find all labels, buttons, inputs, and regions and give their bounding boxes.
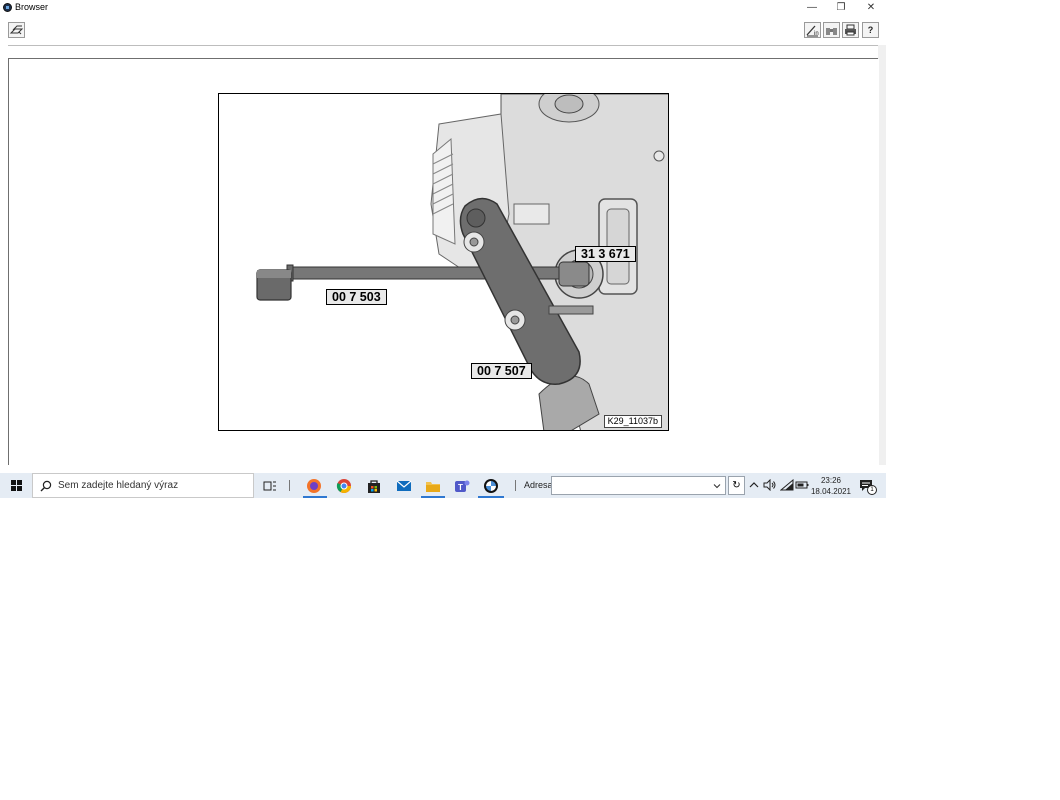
file-explorer-icon[interactable] [425,478,441,494]
binoculars-button[interactable] [823,22,840,38]
window-title: Browser [15,2,49,12]
technical-illustration: 31 3 671 00 7 503 00 7 507 K29_11037b [218,93,669,431]
notification-count: 1 [867,485,877,495]
help-button[interactable]: ? [862,22,879,38]
store-icon[interactable] [366,478,382,494]
wifi-icon[interactable] [780,479,794,491]
firefox-active-indicator [303,496,327,498]
firefox-icon[interactable] [306,478,322,494]
minimize-button[interactable]: — [798,0,826,15]
part-label-tool-c: 00 7 507 [471,363,532,379]
bmw-browser-active-indicator [478,496,504,498]
layers-icon [9,25,24,35]
close-button[interactable]: ✕ [857,0,885,15]
file-explorer-active-indicator [421,496,445,498]
notes-button[interactable]: in [804,22,821,38]
clock-time: 23:26 [820,476,842,485]
notes-icon: in [806,25,819,37]
scrollbar[interactable] [878,45,886,465]
figure-id: K29_11037b [603,415,662,428]
search-box[interactable]: Sem zadejte hledaný výraz [32,473,254,498]
search-placeholder: Sem zadejte hledaný výraz [58,480,179,491]
address-label: Adresa [524,480,553,490]
speaker-icon[interactable] [763,479,777,491]
address-input[interactable] [551,476,726,495]
start-button[interactable] [0,473,32,498]
clock-date: 18.04.2021 [810,487,852,496]
task-view-icon[interactable] [262,478,278,494]
search-icon [40,480,52,492]
chevron-up-icon[interactable] [749,481,759,489]
taskbar-divider [289,480,290,491]
system-clock[interactable]: 23:26 18.04.2021 [808,475,854,497]
printer-icon [845,24,856,36]
binoculars-icon [826,28,837,35]
battery-icon[interactable] [795,480,809,490]
part-label-tool-a: 31 3 671 [575,246,636,262]
toolbar: in ? [0,15,886,45]
toolbar-divider [8,45,878,46]
title-bar: Browser — ❐ ✕ [0,0,886,15]
windows-logo-icon [11,480,22,491]
chrome-icon[interactable] [336,478,352,494]
bmw-browser-icon[interactable] [483,478,499,494]
refresh-button[interactable]: ↻ [728,476,745,495]
bmw-logo-icon [3,3,12,12]
print-button[interactable] [842,22,859,38]
teams-icon[interactable]: T [454,478,470,494]
mail-icon[interactable] [396,478,412,494]
taskbar: Sem zadejte hledaný výraz T Adresa ↻ 23:… [0,473,886,498]
layers-button[interactable] [8,22,25,38]
chevron-down-icon[interactable] [713,482,721,490]
toolbar-grip [515,480,516,491]
svg-text:in: in [814,31,819,37]
restore-button[interactable]: ❐ [827,0,855,15]
help-icon: ? [867,25,874,35]
engine-tool-drawing [256,94,668,430]
action-center-button[interactable]: 1 [858,477,877,495]
browser-window: Browser — ❐ ✕ in ? 31 3 671 00 7 503 00 … [0,0,886,498]
svg-text:T: T [458,483,463,492]
part-label-tool-b: 00 7 503 [326,289,387,305]
